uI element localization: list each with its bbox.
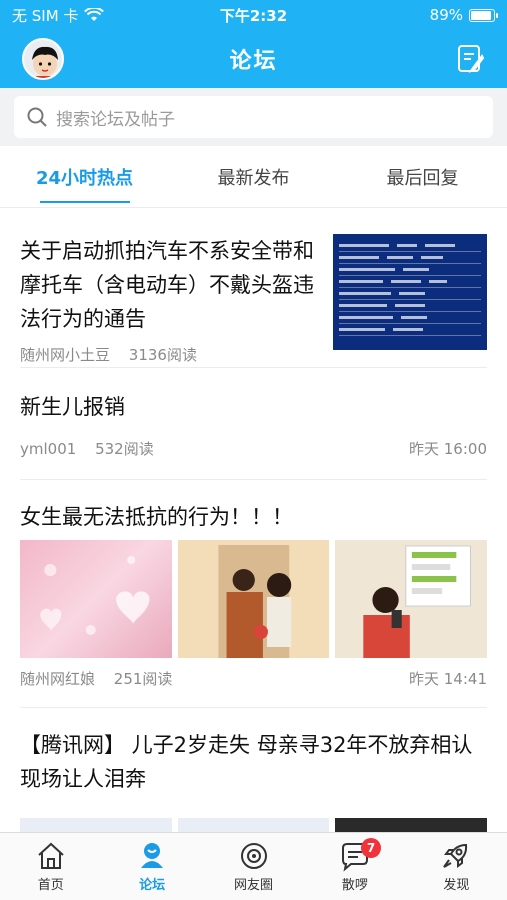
- post-item[interactable]: 【腾讯网】 儿子2岁走失 母亲寻32年不放弃相认现场让人泪奔: [20, 708, 487, 818]
- tabbar-label: 首页: [37, 878, 64, 893]
- avatar[interactable]: [22, 38, 64, 80]
- tabbar-circle[interactable]: 网友圈: [203, 833, 304, 900]
- post-image-grid: [20, 540, 488, 658]
- search-placeholder: 搜索论坛及帖子: [56, 109, 175, 130]
- post-image[interactable]: [177, 540, 330, 658]
- tabbar-home[interactable]: 首页: [0, 833, 101, 900]
- battery-icon: [469, 8, 498, 22]
- post-reads: 532阅读: [95, 440, 154, 458]
- search-icon: [27, 107, 47, 127]
- post-author: 随州网小土豆: [20, 346, 111, 364]
- post-image-preview: [0, 818, 507, 832]
- post-reads: 251阅读: [113, 670, 173, 688]
- post-time: 昨天 14:41: [409, 670, 487, 688]
- compose-icon[interactable]: [457, 44, 485, 74]
- wifi-icon: [84, 8, 105, 21]
- home-icon: [38, 842, 64, 869]
- page-title: 论坛: [229, 49, 278, 74]
- carrier-label: 无 SIM 卡: [12, 6, 79, 25]
- post-author: yml001: [20, 440, 77, 458]
- rocket-icon: [443, 843, 468, 868]
- forum-icon: [141, 843, 164, 868]
- tabbar-chat[interactable]: 散啰 7: [304, 833, 405, 900]
- search-section: 搜索论坛及帖子: [0, 88, 507, 146]
- notification-badge: 7: [361, 838, 381, 858]
- tabbar-label: 网友圈: [234, 878, 274, 893]
- post-title: 新生儿报销: [20, 395, 125, 419]
- post-image[interactable]: [20, 540, 172, 658]
- post-item[interactable]: 关于启动抓拍汽车不系安全带和摩托车（含电动车）不戴头盔违法行为的通告 随州网小土…: [20, 208, 487, 368]
- tabbar-label: 散啰: [341, 878, 368, 893]
- tabbar-label: 发现: [443, 878, 470, 893]
- search-input[interactable]: 搜索论坛及帖子: [14, 96, 493, 138]
- post-feed: 关于启动抓拍汽车不系安全带和摩托车（含电动车）不戴头盔违法行为的通告 随州网小土…: [0, 208, 507, 818]
- tab-24h-hot[interactable]: 24小时热点: [0, 146, 169, 207]
- status-bar: 无 SIM 卡 下午2:32 89%: [0, 0, 507, 30]
- tabbar-discover[interactable]: 发现: [406, 833, 507, 900]
- post-reads: 3136阅读: [128, 346, 197, 364]
- battery-percent: 89%: [429, 6, 463, 24]
- tabbar-label: 论坛: [139, 878, 166, 893]
- top-bar: 无 SIM 卡 下午2:32 89% 论坛: [0, 0, 507, 88]
- post-image[interactable]: [335, 540, 488, 658]
- avatar-icon: [32, 46, 58, 78]
- post-author: 随州网红娘: [20, 670, 96, 688]
- post-thumbnail: [333, 234, 487, 350]
- post-title: 【腾讯网】 儿子2岁走失 母亲寻32年不放弃相认现场让人泪奔: [20, 733, 473, 791]
- post-title: 关于启动抓拍汽车不系安全带和摩托车（含电动车）不戴头盔违法行为的通告: [20, 239, 314, 331]
- tab-bar: 24小时热点 最新发布 最后回复: [0, 146, 507, 208]
- circle-icon: [240, 843, 267, 869]
- tabbar-forum[interactable]: 论坛: [101, 833, 202, 900]
- post-time: 昨天 16:00: [409, 440, 487, 458]
- clock: 下午2:32: [219, 7, 288, 25]
- nav-bar: 论坛: [0, 30, 507, 88]
- post-title: 女生最无法抵抗的行为！！！: [20, 505, 293, 529]
- tab-latest[interactable]: 最新发布: [169, 146, 338, 207]
- tab-last-reply[interactable]: 最后回复: [338, 146, 507, 207]
- post-item[interactable]: 新生儿报销 yml001 532阅读 昨天 16:00: [20, 368, 487, 480]
- bottom-tab-bar: 首页 论坛 网友圈 散啰 7 发现: [0, 832, 507, 900]
- post-item[interactable]: 女生最无法抵抗的行为！！！ 随州网红娘 251阅读 昨天 14:41: [20, 480, 488, 708]
